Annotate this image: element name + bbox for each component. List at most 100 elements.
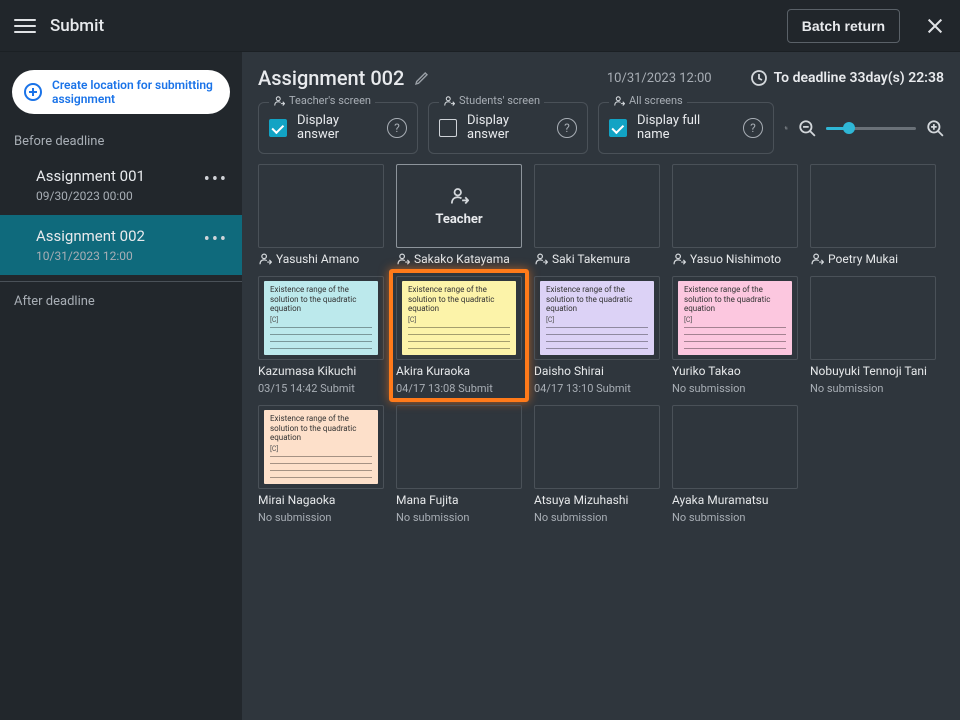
assignment-name: Assignment 002 <box>36 227 226 245</box>
submission-status: No submission <box>672 382 798 395</box>
menu-icon[interactable] <box>14 15 36 37</box>
submission-tile[interactable]: Existence range of the solution to the q… <box>672 276 798 395</box>
edit-icon[interactable] <box>414 70 430 86</box>
submission-tile[interactable]: Teacher Sakako Katayama <box>396 164 522 266</box>
submission-status: No submission <box>258 511 384 524</box>
more-icon[interactable]: ••• <box>204 169 228 190</box>
close-icon[interactable] <box>924 15 946 37</box>
note-preview: Existence range of the solution to the q… <box>678 281 792 355</box>
student-name-row: Yuriko Takao <box>672 364 798 378</box>
submission-tile[interactable]: Poetry Mukai <box>810 164 936 266</box>
tile-thumbnail[interactable] <box>534 405 660 489</box>
student-name-row: Mirai Nagaoka <box>258 493 384 507</box>
assignment-item[interactable]: Assignment 001 09/30/2023 00:00 ••• <box>0 155 242 215</box>
assignment-item[interactable]: Assignment 002 10/31/2023 12:00 ••• <box>0 215 242 275</box>
student-name-row: Kazumasa Kikuchi <box>258 364 384 378</box>
plus-icon <box>24 83 42 101</box>
zoom-out-icon[interactable] <box>798 119 816 137</box>
option-label: Display answer <box>467 114 547 143</box>
student-name-row: Saki Takemura <box>534 252 660 266</box>
countdown-text: To deadline 33day(s) 22:38 <box>774 70 944 86</box>
student-name: Yuriko Takao <box>672 364 741 378</box>
sort-icon[interactable] <box>784 118 788 138</box>
tile-thumbnail[interactable]: Existence range of the solution to the q… <box>258 276 384 360</box>
student-name: Sakako Katayama <box>414 252 510 266</box>
section-before-deadline: Before deadline <box>0 128 242 155</box>
legend-text: Students' screen <box>459 94 540 107</box>
submission-tile[interactable]: Existence range of the solution to the q… <box>393 273 525 398</box>
deadline-date: 10/31/2023 12:00 <box>607 71 712 86</box>
submission-tile[interactable]: Atsuya MizuhashiNo submission <box>534 405 660 524</box>
person-share-icon <box>273 95 285 107</box>
note-preview: Existence range of the solution to the q… <box>264 410 378 484</box>
zoom-in-icon[interactable] <box>926 119 944 137</box>
batch-return-button[interactable]: Batch return <box>787 9 900 43</box>
person-share-icon <box>396 252 410 266</box>
submission-status: 03/15 14:42 Submit <box>258 382 384 395</box>
person-share-icon <box>810 252 824 266</box>
student-name: Nobuyuki Tennoji Tani <box>810 364 927 378</box>
student-name-row: Sakako Katayama <box>396 252 522 266</box>
submission-tile[interactable]: Ayaka MuramatsuNo submission <box>672 405 798 524</box>
tile-thumbnail[interactable]: Existence range of the solution to the q… <box>534 276 660 360</box>
tile-thumbnail[interactable] <box>258 164 384 248</box>
student-name-row: Akira Kuraoka <box>396 364 522 378</box>
teacher-label: Teacher <box>435 212 482 227</box>
submission-tile[interactable]: Nobuyuki Tennoji Tani No submission <box>810 276 936 395</box>
main-panel: Assignment 002 10/31/2023 12:00 To deadl… <box>242 52 960 720</box>
student-name: Daisho Shirai <box>534 364 604 378</box>
help-icon[interactable]: ? <box>557 118 577 138</box>
submission-tile[interactable]: Existence range of the solution to the q… <box>258 405 384 524</box>
section-after-deadline: After deadline <box>0 288 242 315</box>
tile-thumbnail[interactable] <box>810 164 936 248</box>
student-name-row: Daisho Shirai <box>534 364 660 378</box>
clock-icon <box>750 69 768 87</box>
student-name: Kazumasa Kikuchi <box>258 364 356 378</box>
student-name: Atsuya Mizuhashi <box>534 493 628 507</box>
create-location-button[interactable]: Create location for submitting assignmen… <box>12 70 230 114</box>
tile-thumbnail[interactable] <box>396 405 522 489</box>
zoom-slider[interactable] <box>826 127 916 130</box>
tile-thumbnail[interactable]: Teacher <box>396 164 522 248</box>
submission-tile[interactable]: Mana FujitaNo submission <box>396 405 522 524</box>
person-share-icon <box>258 252 272 266</box>
submission-tile[interactable]: Yasushi Amano <box>258 164 384 266</box>
teacher-screen-options: Teacher's screen Display answer ? <box>258 102 418 154</box>
submission-status: 04/17 13:10 Submit <box>534 382 660 395</box>
tile-thumbnail[interactable] <box>810 276 936 360</box>
help-icon[interactable]: ? <box>743 118 763 138</box>
tile-thumbnail[interactable] <box>534 164 660 248</box>
submission-status: No submission <box>810 382 936 395</box>
person-share-icon <box>443 95 455 107</box>
submission-status: 04/17 13:08 Submit <box>396 382 522 395</box>
sidebar: Create location for submitting assignmen… <box>0 52 242 720</box>
page-title: Submit <box>50 16 104 36</box>
student-name: Mirai Nagaoka <box>258 493 335 507</box>
tile-thumbnail[interactable]: Existence range of the solution to the q… <box>396 276 522 360</box>
submission-tile[interactable]: Existence range of the solution to the q… <box>534 276 660 395</box>
option-label: Display full name <box>637 114 733 143</box>
assignment-date: 10/31/2023 12:00 <box>36 249 226 263</box>
student-name-row: Ayaka Muramatsu <box>672 493 798 507</box>
display-answer-teacher-checkbox[interactable] <box>269 119 287 137</box>
submission-tile[interactable]: Saki Takemura <box>534 164 660 266</box>
help-icon[interactable]: ? <box>387 118 407 138</box>
submission-grid: Yasushi Amano Teacher Sakako Katayama Saki … <box>258 164 944 524</box>
student-name: Akira Kuraoka <box>396 364 470 378</box>
student-name-row: Mana Fujita <box>396 493 522 507</box>
tile-thumbnail[interactable]: Existence range of the solution to the q… <box>672 276 798 360</box>
tile-thumbnail[interactable] <box>672 405 798 489</box>
legend-text: All screens <box>629 94 683 107</box>
display-answer-students-checkbox[interactable] <box>439 119 457 137</box>
display-full-name-checkbox[interactable] <box>609 119 627 137</box>
submission-tile[interactable]: Yasuo Nishimoto <box>672 164 798 266</box>
tile-thumbnail[interactable] <box>672 164 798 248</box>
assignment-title: Assignment 002 <box>258 66 404 90</box>
submission-tile[interactable]: Existence range of the solution to the q… <box>258 276 384 395</box>
all-screens-options: All screens Display full name ? <box>598 102 774 154</box>
student-name: Mana Fujita <box>396 493 459 507</box>
student-name-row: Yasushi Amano <box>258 252 384 266</box>
student-name-row: Yasuo Nishimoto <box>672 252 798 266</box>
tile-thumbnail[interactable]: Existence range of the solution to the q… <box>258 405 384 489</box>
more-icon[interactable]: ••• <box>204 229 228 250</box>
